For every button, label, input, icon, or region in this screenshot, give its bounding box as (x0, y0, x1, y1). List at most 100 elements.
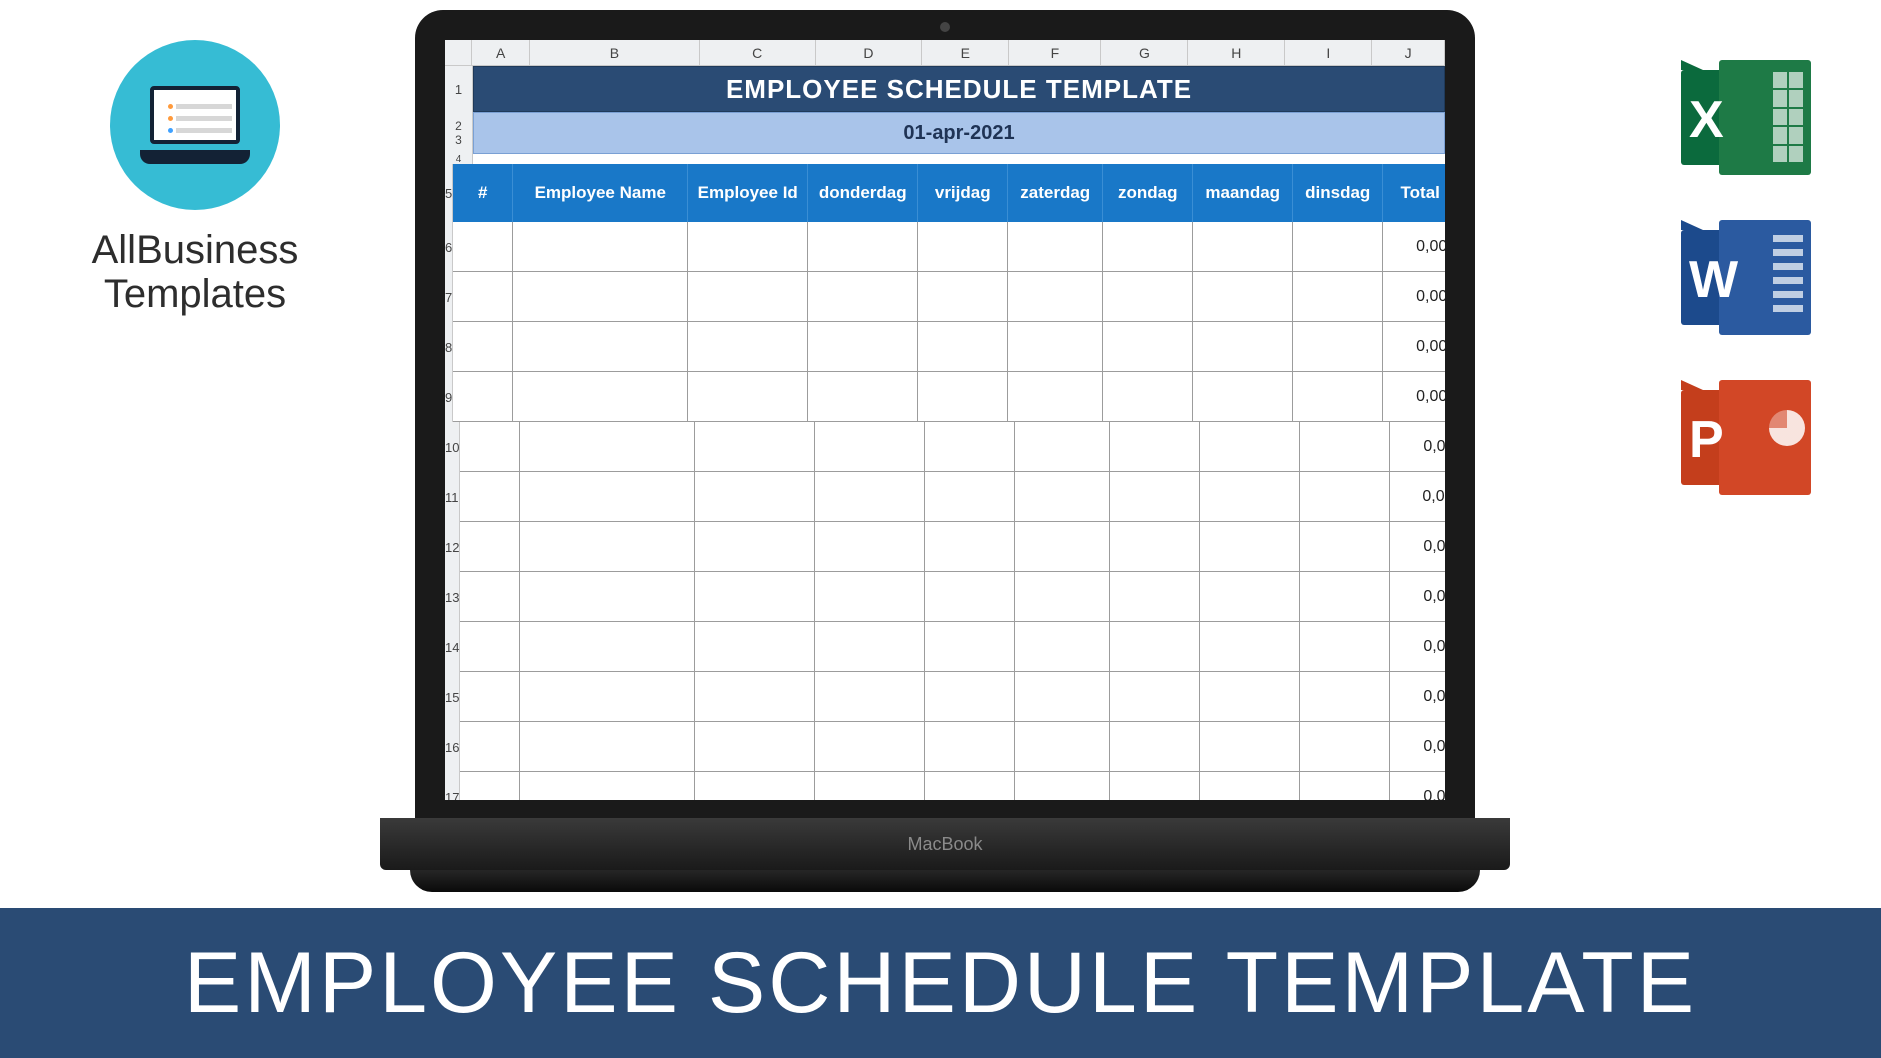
cell[interactable] (815, 672, 925, 722)
cell-total[interactable]: 0,00 (1390, 472, 1446, 522)
row-number[interactable]: 6 (445, 222, 453, 272)
cell[interactable] (925, 572, 1015, 622)
cell[interactable] (1015, 672, 1110, 722)
table-row[interactable]: 0,00 (460, 472, 1446, 522)
cell[interactable] (808, 372, 918, 422)
cell[interactable] (1015, 422, 1110, 472)
cell[interactable] (453, 372, 513, 422)
cell[interactable] (1200, 722, 1300, 772)
cell[interactable] (460, 672, 520, 722)
cell[interactable] (520, 672, 695, 722)
col-letter[interactable]: I (1285, 40, 1372, 65)
cell[interactable] (695, 572, 815, 622)
cell[interactable] (1110, 472, 1200, 522)
cell[interactable] (1300, 572, 1390, 622)
cell[interactable] (925, 672, 1015, 722)
cell[interactable] (1293, 222, 1383, 272)
cell[interactable] (460, 422, 520, 472)
cell[interactable] (1015, 572, 1110, 622)
cell[interactable] (460, 572, 520, 622)
cell[interactable] (1110, 772, 1200, 800)
cell[interactable] (460, 722, 520, 772)
cell[interactable] (1008, 222, 1103, 272)
table-row[interactable]: 0,00 (453, 222, 1445, 272)
table-row[interactable]: 0,00 (460, 722, 1445, 772)
col-letter[interactable]: J (1372, 40, 1445, 65)
row-number[interactable]: 4 (445, 154, 473, 164)
cell[interactable] (815, 622, 925, 672)
row-number[interactable]: 9 (445, 372, 453, 422)
row-number[interactable]: 14 (445, 622, 460, 672)
cell[interactable] (815, 522, 925, 572)
cell[interactable] (453, 322, 513, 372)
cell[interactable] (1103, 222, 1193, 272)
table-row[interactable]: 0,00 (460, 572, 1445, 622)
cell[interactable] (808, 272, 918, 322)
row-number[interactable]: 13 (445, 572, 460, 622)
col-letter[interactable]: H (1188, 40, 1285, 65)
cell-total[interactable]: 0,00 (1390, 422, 1445, 472)
cell[interactable] (1293, 372, 1383, 422)
cell[interactable] (808, 222, 918, 272)
row-number[interactable]: 1 (445, 66, 473, 112)
cell[interactable] (1015, 472, 1110, 522)
cell[interactable] (695, 522, 815, 572)
cell[interactable] (1103, 272, 1193, 322)
cell[interactable] (695, 772, 815, 800)
col-letter[interactable]: F (1009, 40, 1101, 65)
row-number[interactable]: 11 (445, 472, 460, 522)
cell[interactable] (1008, 272, 1103, 322)
table-row[interactable]: 0,00 (453, 372, 1445, 422)
cell[interactable] (695, 622, 815, 672)
row-number[interactable]: 2 3 (445, 112, 473, 154)
cell[interactable] (520, 422, 695, 472)
cell-total[interactable]: 0,00 (1390, 622, 1445, 672)
row-number[interactable]: 12 (445, 522, 460, 572)
cell[interactable] (513, 322, 688, 372)
cell[interactable] (513, 372, 688, 422)
cell[interactable] (1015, 772, 1110, 800)
table-row[interactable]: 0,00 (460, 522, 1445, 572)
cell[interactable] (1200, 572, 1300, 622)
cell[interactable] (815, 572, 925, 622)
cell[interactable] (918, 322, 1008, 372)
col-letter[interactable]: C (700, 40, 816, 65)
cell[interactable] (695, 422, 815, 472)
cell-total[interactable]: 0,00 (1390, 522, 1445, 572)
cell[interactable] (1300, 772, 1390, 800)
cell[interactable] (695, 472, 815, 522)
cell[interactable] (1008, 372, 1103, 422)
cell[interactable] (520, 722, 695, 772)
cell[interactable] (1103, 322, 1193, 372)
cell[interactable] (520, 622, 695, 672)
cell[interactable] (1200, 672, 1300, 722)
cell[interactable] (688, 372, 808, 422)
cell[interactable] (460, 622, 520, 672)
col-letter[interactable]: A (472, 40, 530, 65)
cell[interactable] (1300, 472, 1390, 522)
cell[interactable] (925, 522, 1015, 572)
cell[interactable] (1293, 272, 1383, 322)
cell[interactable] (1300, 622, 1390, 672)
cell[interactable] (520, 772, 695, 800)
cell[interactable] (695, 722, 815, 772)
cell[interactable] (513, 272, 688, 322)
row-number[interactable]: 5 (445, 164, 453, 222)
row-number[interactable]: 17 (445, 772, 460, 800)
cell[interactable] (1200, 772, 1300, 800)
cell[interactable] (460, 772, 520, 800)
cell[interactable] (925, 772, 1015, 800)
cell[interactable] (1200, 422, 1300, 472)
cell[interactable] (815, 722, 925, 772)
cell[interactable] (1200, 522, 1300, 572)
row-number[interactable]: 10 (445, 422, 460, 472)
cell[interactable] (695, 672, 815, 722)
cell[interactable] (520, 472, 695, 522)
table-row[interactable]: 0,00 (453, 272, 1445, 322)
cell[interactable] (925, 472, 1015, 522)
col-letter[interactable]: B (530, 40, 699, 65)
cell[interactable] (520, 572, 695, 622)
cell[interactable] (1300, 722, 1390, 772)
cell-total[interactable]: 0,00 (1383, 372, 1445, 422)
cell[interactable] (688, 272, 808, 322)
